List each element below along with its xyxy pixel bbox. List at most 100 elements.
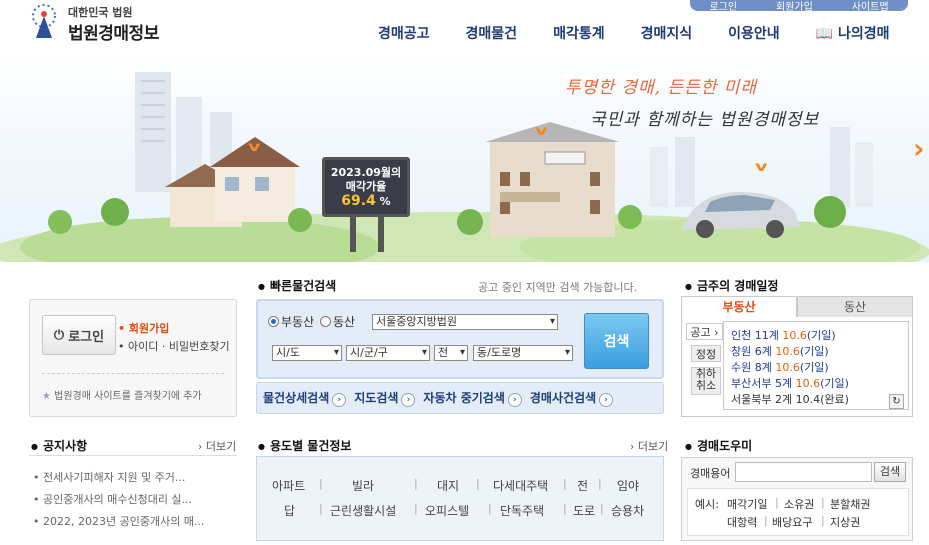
term-search-button[interactable]: 검색 [874, 462, 906, 482]
separator: | [414, 502, 418, 515]
usage-item[interactable]: 대지 [437, 477, 459, 494]
court-emblem-icon[interactable] [24, 2, 64, 42]
login-button[interactable]: ⏻ 로그인 [42, 315, 116, 355]
helper-title: 경매도우미 [685, 437, 752, 454]
separator: | [821, 514, 825, 527]
signup-link[interactable]: • 회원가입 [118, 320, 169, 336]
separator: | [563, 477, 567, 490]
separator: | [775, 496, 779, 509]
tab-movable[interactable]: 동산 [797, 296, 913, 318]
usage-item[interactable]: 도로 [573, 502, 595, 519]
radio-dot [268, 316, 279, 327]
util-login-link[interactable]: 로그인 [709, 0, 737, 13]
nav-my-auction[interactable]: 📖 나의경매 [816, 23, 890, 43]
arrow-right-icon: › [507, 393, 522, 407]
logo-subtitle: 대한민국 법원 [68, 6, 133, 19]
add-favorite-link[interactable]: ★ 법원경매 사이트를 즐겨찾기에 추가 [42, 387, 202, 402]
case-search-link[interactable]: 경매사건검색 › [530, 389, 614, 407]
court-select[interactable]: 서울중앙지방법원 [372, 314, 558, 330]
jeon-select[interactable]: 전 [434, 345, 468, 361]
term-input[interactable] [735, 462, 872, 482]
notice-title: 공지사항 [31, 437, 87, 454]
example-label: 예시: [695, 498, 719, 511]
util-signup-link[interactable]: 회원가입 [776, 0, 813, 13]
map-search-link[interactable]: 지도검색 › [354, 389, 416, 407]
sido-select[interactable]: 시/도 [272, 345, 342, 361]
separator: | [598, 477, 602, 490]
example-term[interactable]: 배당요구 [772, 514, 812, 530]
billboard-unit: % [379, 195, 391, 208]
notice-item[interactable]: • 2022, 2023년 공인중개사의 매... [33, 513, 233, 529]
usage-box [256, 456, 664, 541]
arrow-right-icon: › [401, 393, 416, 407]
hero-next-arrow-icon[interactable]: › [913, 132, 925, 165]
nav-auction-items[interactable]: 경매물건 [466, 23, 518, 43]
util-sitemap-link[interactable]: 사이트맵 [852, 0, 889, 13]
example-term[interactable]: 지상권 [830, 514, 860, 530]
usage-item[interactable]: 근린생활시설 [330, 502, 396, 519]
main-nav: 경매공고 경매물건 매각통계 경매지식 이용안내 📖 나의경매 [378, 23, 890, 43]
usage-item[interactable]: 임야 [617, 477, 639, 494]
quick-search-title: 빠른물건검색 [258, 277, 336, 294]
example-term[interactable]: 소유권 [784, 496, 814, 512]
nav-auction-notice[interactable]: 경매공고 [378, 23, 430, 43]
detail-search-link[interactable]: 물건상세검색 › [263, 389, 347, 407]
schedule-row[interactable]: 수원 8계 10.6(기일) [731, 359, 829, 375]
find-account-link[interactable]: • 아이디 · 비밀번호찾기 [118, 338, 230, 354]
radio-movable[interactable]: 동산 [320, 313, 355, 330]
example-term[interactable]: 분할채권 [830, 496, 870, 512]
schedule-row[interactable]: 인천 11계 10.6(기일) [731, 327, 836, 343]
notice-more-link[interactable]: › 더보기 [198, 438, 236, 454]
side-tab-withdraw[interactable]: 취하 취소 [691, 367, 721, 395]
notice-item[interactable]: • 공인중개사의 매수신청대리 실... [33, 491, 233, 507]
quick-search-button[interactable]: 검색 [584, 313, 649, 369]
arrow-right-icon: › [599, 393, 614, 407]
chevron-down-icon: v [247, 140, 261, 155]
chevron-down-icon: v [534, 124, 548, 139]
notice-item[interactable]: • 전세사기피해자 지원 및 주거... [33, 469, 233, 485]
schedule-row[interactable]: 부산서부 5계 10.6(기일) [731, 375, 849, 391]
sigungu-select[interactable]: 시/군/구 [346, 345, 430, 361]
nav-sale-stats[interactable]: 매각통계 [553, 23, 605, 43]
refresh-icon[interactable]: ↻ [889, 394, 904, 409]
dong-select[interactable]: 동/도로명 [473, 345, 573, 361]
example-term[interactable]: 매각기일 [727, 496, 767, 512]
separator: | [488, 502, 492, 515]
separator: | [319, 477, 323, 490]
book-icon: 📖 [815, 26, 838, 42]
usage-item[interactable]: 단독주택 [500, 502, 544, 519]
usage-item[interactable]: 빌라 [352, 477, 374, 494]
schedule-row[interactable]: 창원 6계 10.6(기일) [731, 343, 829, 359]
search-links-bar: 물건상세검색 › 지도검색 › 자동차 중기검색 › 경매사건검색 › [256, 382, 664, 414]
hero-slogan-1: 투명한 경매, 든든한 미래 [565, 78, 758, 98]
sale-rate-billboard[interactable]: 2023.09월의 매각가율 69.4 % [322, 157, 410, 217]
vehicle-search-link[interactable]: 자동차 중기검색 › [423, 389, 522, 407]
side-tab-notice[interactable]: 공고 › [686, 323, 723, 340]
utility-bar: 로그인 회원가입 사이트맵 [690, 0, 908, 13]
hero-illustration [0, 72, 929, 262]
usage-item[interactable]: 오피스텔 [425, 502, 469, 519]
side-tab-correction[interactable]: 정정 [691, 345, 721, 362]
separator: | [600, 502, 604, 515]
tab-real-estate[interactable]: 부동산 [681, 296, 797, 318]
usage-more-link[interactable]: › 더보기 [630, 438, 668, 454]
term-label: 경매용어 [690, 467, 731, 480]
usage-item[interactable]: 아파트 [272, 477, 305, 494]
nav-guide[interactable]: 이용안내 [728, 23, 780, 43]
divider [29, 455, 237, 456]
separator: | [476, 477, 480, 490]
schedule-row[interactable]: 서울북부 2계 10.4(완료) [731, 391, 849, 407]
nav-auction-knowledge[interactable]: 경매지식 [641, 23, 693, 43]
login-button-label: 로그인 [68, 329, 105, 345]
usage-item[interactable]: 다세대주택 [493, 477, 548, 494]
chevron-down-icon: v [754, 160, 768, 175]
separator: | [414, 477, 418, 490]
usage-item[interactable]: 답 [284, 502, 295, 519]
usage-item[interactable]: 승용차 [611, 502, 644, 519]
usage-item[interactable]: 전 [577, 477, 588, 494]
arrow-right-icon: › [332, 393, 347, 407]
example-term[interactable]: 대항력 [727, 514, 757, 530]
hero-banner [0, 52, 929, 262]
radio-real-estate[interactable]: 부동산 [268, 313, 314, 330]
logo-title[interactable]: 법원경매정보 [68, 19, 159, 44]
